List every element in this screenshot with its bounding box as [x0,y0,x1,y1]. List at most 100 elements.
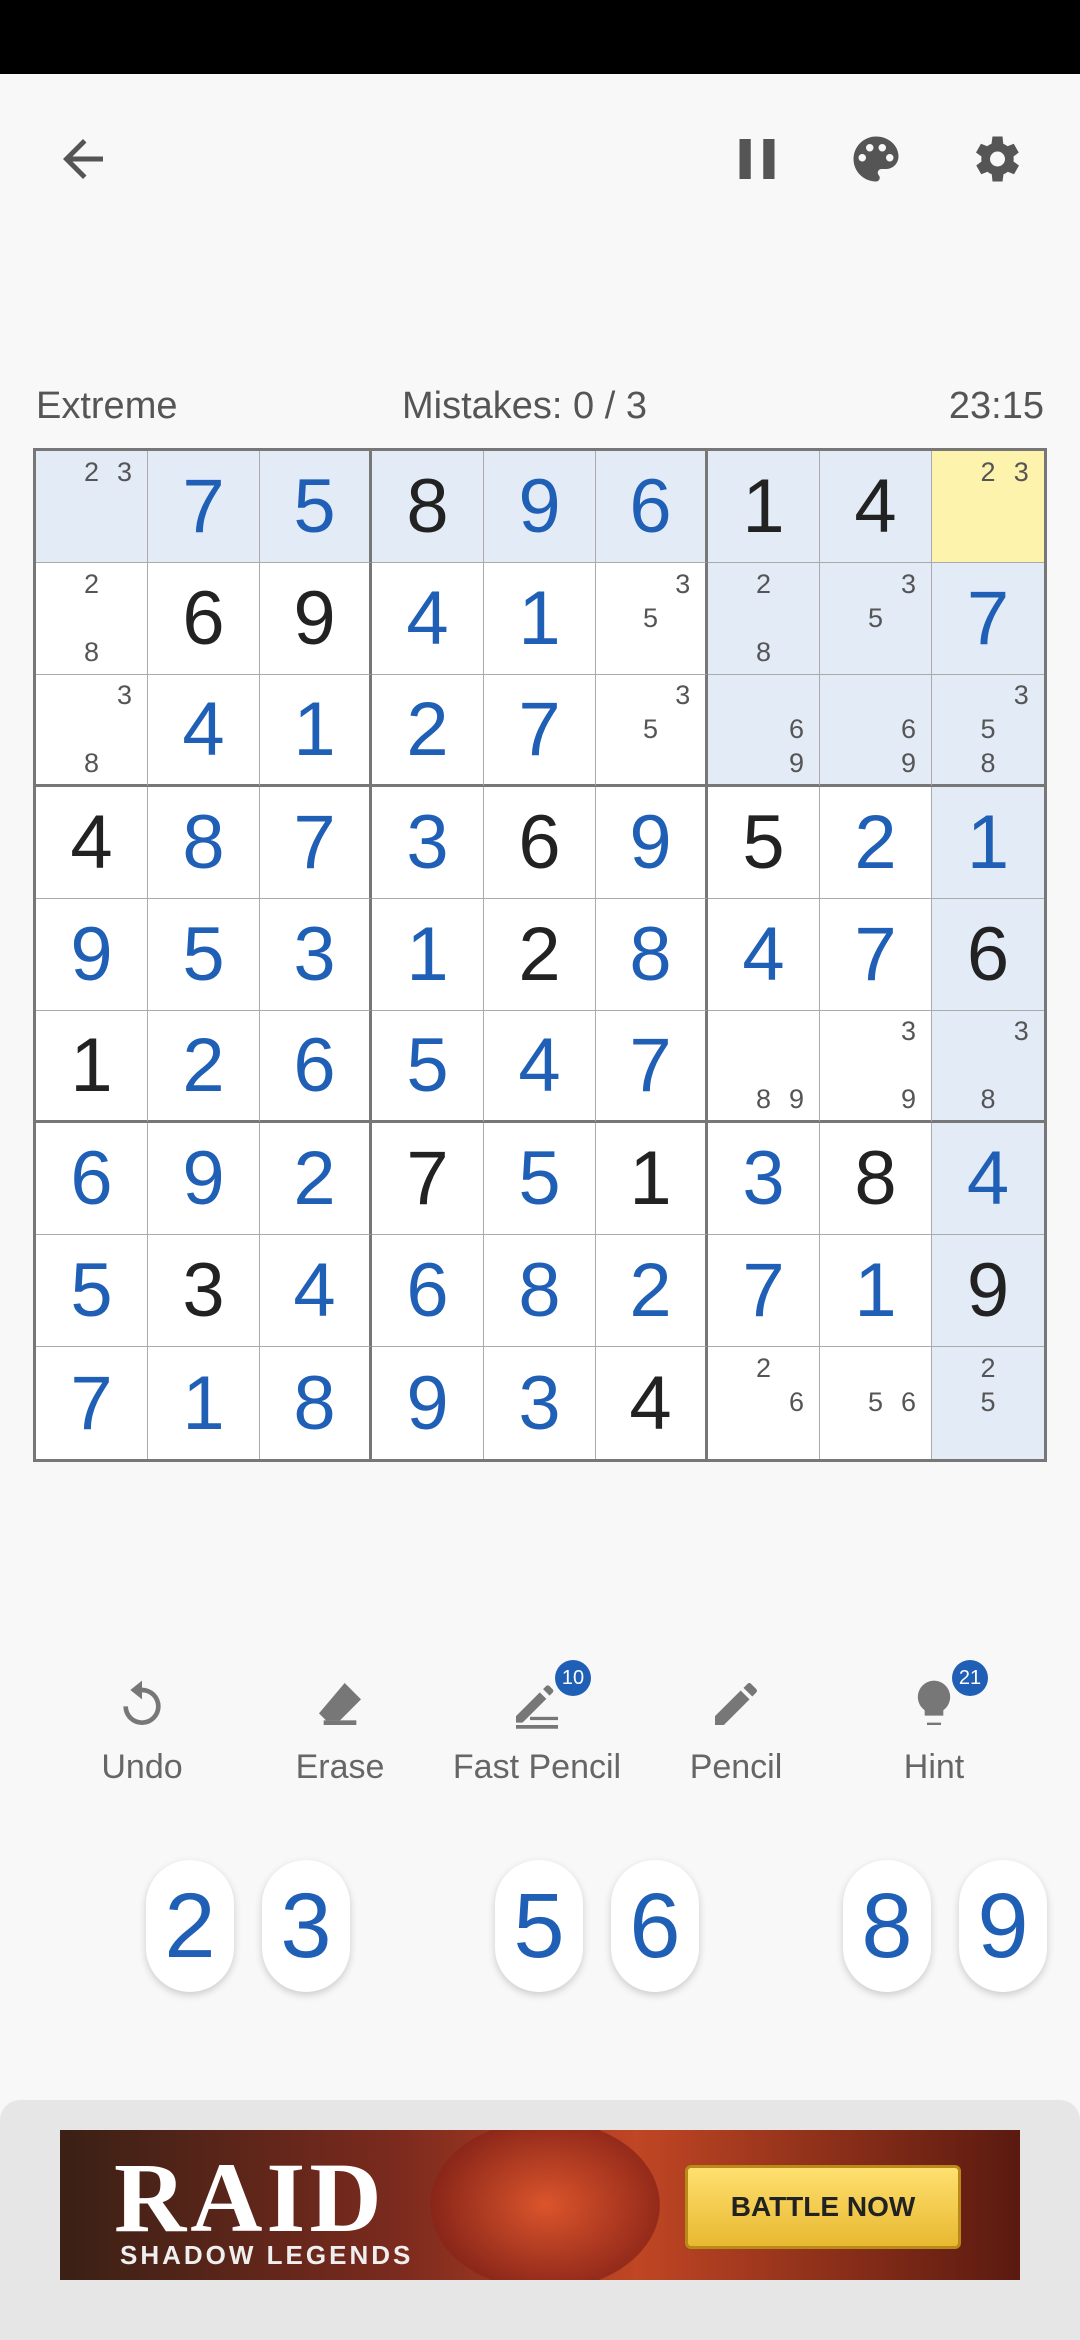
pause-button[interactable] [722,124,792,194]
sudoku-cell[interactable]: 4 [484,1011,596,1123]
sudoku-cell[interactable]: 8 [260,1347,372,1459]
number-key-5[interactable]: 5 [495,1860,583,1992]
sudoku-cell[interactable]: 8 [820,1123,932,1235]
sudoku-cell[interactable]: 5 [484,1123,596,1235]
note-slot [714,679,747,713]
sudoku-cell[interactable]: 8 [148,787,260,899]
sudoku-cell[interactable]: 4 [596,1347,708,1459]
sudoku-cell[interactable]: 7 [36,1347,148,1459]
sudoku-cell[interactable]: 35 [596,563,708,675]
hint-button[interactable]: 21 Hint [834,1660,1034,1787]
given-digit: 6 [518,800,561,885]
sudoku-cell[interactable]: 3 [708,1123,820,1235]
sudoku-cell[interactable]: 7 [820,899,932,1011]
sudoku-cell[interactable]: 9 [260,563,372,675]
sudoku-cell[interactable]: 9 [372,1347,484,1459]
sudoku-cell[interactable]: 1 [372,899,484,1011]
sudoku-cell[interactable]: 9 [484,451,596,563]
sudoku-cell[interactable]: 9 [148,1123,260,1235]
number-key-6[interactable]: 6 [611,1860,699,1992]
sudoku-cell[interactable]: 6 [484,787,596,899]
sudoku-cell[interactable]: 2 [820,787,932,899]
sudoku-cell[interactable]: 35 [820,563,932,675]
sudoku-cell[interactable]: 6 [372,1235,484,1347]
sudoku-cell[interactable]: 89 [708,1011,820,1123]
sudoku-cell[interactable]: 5 [372,1011,484,1123]
sudoku-cell[interactable]: 7 [596,1011,708,1123]
sudoku-cell[interactable]: 56 [820,1347,932,1459]
sudoku-cell[interactable]: 2 [596,1235,708,1347]
number-key-2[interactable]: 2 [146,1860,234,1992]
sudoku-cell[interactable]: 4 [932,1123,1044,1235]
sudoku-cell[interactable]: 3 [484,1347,596,1459]
sudoku-cell[interactable]: 1 [484,563,596,675]
sudoku-cell[interactable]: 6 [932,899,1044,1011]
ad-banner[interactable]: RAID SHADOW LEGENDS BATTLE NOW [60,2130,1020,2280]
sudoku-cell[interactable]: 7 [260,787,372,899]
sudoku-cell[interactable]: 3 [260,899,372,1011]
sudoku-cell[interactable]: 9 [596,787,708,899]
sudoku-cell[interactable]: 26 [708,1347,820,1459]
sudoku-cell[interactable]: 2 [148,1011,260,1123]
sudoku-cell[interactable]: 7 [932,563,1044,675]
sudoku-cell[interactable]: 69 [708,675,820,787]
sudoku-cell[interactable]: 2 [372,675,484,787]
sudoku-cell[interactable]: 25 [932,1347,1044,1459]
sudoku-cell[interactable]: 23 [36,451,148,563]
sudoku-cell[interactable]: 39 [820,1011,932,1123]
undo-button[interactable]: Undo [42,1660,242,1787]
number-key-9[interactable]: 9 [959,1860,1047,1992]
sudoku-cell[interactable]: 6 [148,563,260,675]
sudoku-cell[interactable]: 4 [148,675,260,787]
sudoku-cell[interactable]: 3 [148,1235,260,1347]
sudoku-cell[interactable]: 8 [596,899,708,1011]
sudoku-cell[interactable]: 2 [484,899,596,1011]
sudoku-cell[interactable]: 1 [708,451,820,563]
sudoku-cell[interactable]: 4 [260,1235,372,1347]
sudoku-cell[interactable]: 6 [596,451,708,563]
sudoku-cell[interactable]: 28 [708,563,820,675]
sudoku-cell[interactable]: 38 [36,675,148,787]
sudoku-cell[interactable]: 8 [484,1235,596,1347]
sudoku-cell[interactable]: 69 [820,675,932,787]
sudoku-cell[interactable]: 5 [260,451,372,563]
ad-cta-button[interactable]: BATTLE NOW [685,2165,961,2249]
sudoku-cell[interactable]: 5 [36,1235,148,1347]
sudoku-cell[interactable]: 6 [260,1011,372,1123]
sudoku-cell[interactable]: 7 [372,1123,484,1235]
sudoku-cell[interactable]: 1 [148,1347,260,1459]
sudoku-cell[interactable]: 4 [708,899,820,1011]
sudoku-cell[interactable]: 23 [932,451,1044,563]
sudoku-cell[interactable]: 4 [36,787,148,899]
pencil-button[interactable]: Pencil [636,1660,836,1787]
sudoku-cell[interactable]: 8 [372,451,484,563]
number-key-8[interactable]: 8 [843,1860,931,1992]
sudoku-cell[interactable]: 1 [596,1123,708,1235]
sudoku-cell[interactable]: 35 [596,675,708,787]
sudoku-cell[interactable]: 5 [148,899,260,1011]
settings-button[interactable] [960,124,1030,194]
sudoku-cell[interactable]: 1 [260,675,372,787]
sudoku-cell[interactable]: 1 [820,1235,932,1347]
number-key-3[interactable]: 3 [262,1860,350,1992]
sudoku-cell[interactable]: 6 [36,1123,148,1235]
sudoku-cell[interactable]: 28 [36,563,148,675]
back-button[interactable] [48,124,118,194]
sudoku-cell[interactable]: 358 [932,675,1044,787]
sudoku-cell[interactable]: 9 [932,1235,1044,1347]
sudoku-cell[interactable]: 7 [484,675,596,787]
sudoku-cell[interactable]: 4 [820,451,932,563]
sudoku-cell[interactable]: 7 [148,451,260,563]
fast-pencil-button[interactable]: 10 Fast Pencil [437,1660,637,1787]
sudoku-cell[interactable]: 9 [36,899,148,1011]
sudoku-cell[interactable]: 5 [708,787,820,899]
sudoku-cell[interactable]: 3 [372,787,484,899]
erase-button[interactable]: Erase [240,1660,440,1787]
sudoku-cell[interactable]: 1 [36,1011,148,1123]
sudoku-cell[interactable]: 1 [932,787,1044,899]
sudoku-cell[interactable]: 2 [260,1123,372,1235]
sudoku-cell[interactable]: 7 [708,1235,820,1347]
sudoku-cell[interactable]: 4 [372,563,484,675]
theme-button[interactable] [841,124,911,194]
sudoku-cell[interactable]: 38 [932,1011,1044,1123]
